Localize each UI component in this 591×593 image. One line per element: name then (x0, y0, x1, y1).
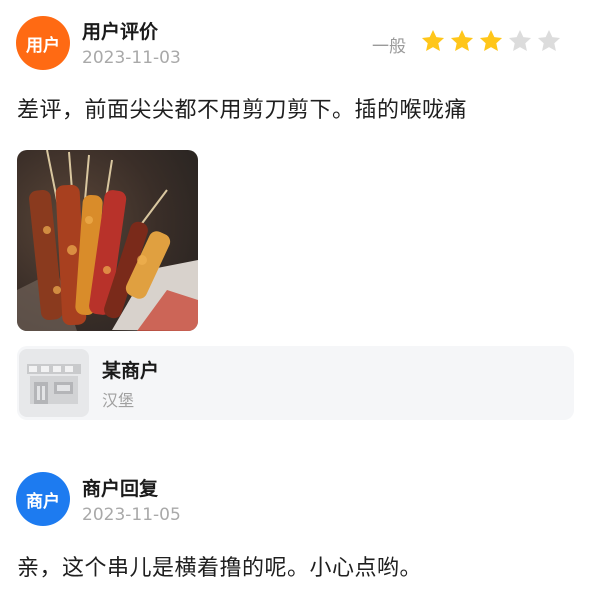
star-filled-icon (450, 29, 474, 51)
review-author: 用户评价 (82, 21, 159, 43)
storefront-icon (19, 349, 89, 417)
review-photo[interactable] (17, 150, 198, 331)
star-empty-icon (537, 29, 561, 51)
merchant-avatar-label: 商户 (26, 491, 60, 512)
reply-author: 商户回复 (82, 478, 159, 500)
merchant-avatar[interactable]: 商户 (16, 472, 70, 526)
rating-label: 一般 (372, 37, 406, 57)
star-empty-icon (508, 29, 532, 51)
food-skewers-image (17, 150, 198, 331)
shop-name: 某商户 (102, 360, 160, 382)
star-filled-icon (479, 29, 503, 51)
reply-text: 亲，这个串儿是横着撸的呢。小心点哟。 (17, 556, 423, 581)
user-avatar-label: 用户 (26, 35, 60, 56)
reply-date: 2023-11-05 (82, 505, 181, 525)
shop-category: 汉堡 (102, 391, 135, 410)
star-rating (420, 28, 562, 54)
star-filled-icon (421, 29, 445, 51)
review-date: 2023-11-03 (82, 48, 181, 68)
shop-card[interactable]: 某商户 汉堡 (17, 346, 574, 420)
user-avatar[interactable]: 用户 (16, 16, 70, 70)
review-text: 差评，前面尖尖都不用剪刀剪下。插的喉咙痛 (17, 98, 468, 123)
